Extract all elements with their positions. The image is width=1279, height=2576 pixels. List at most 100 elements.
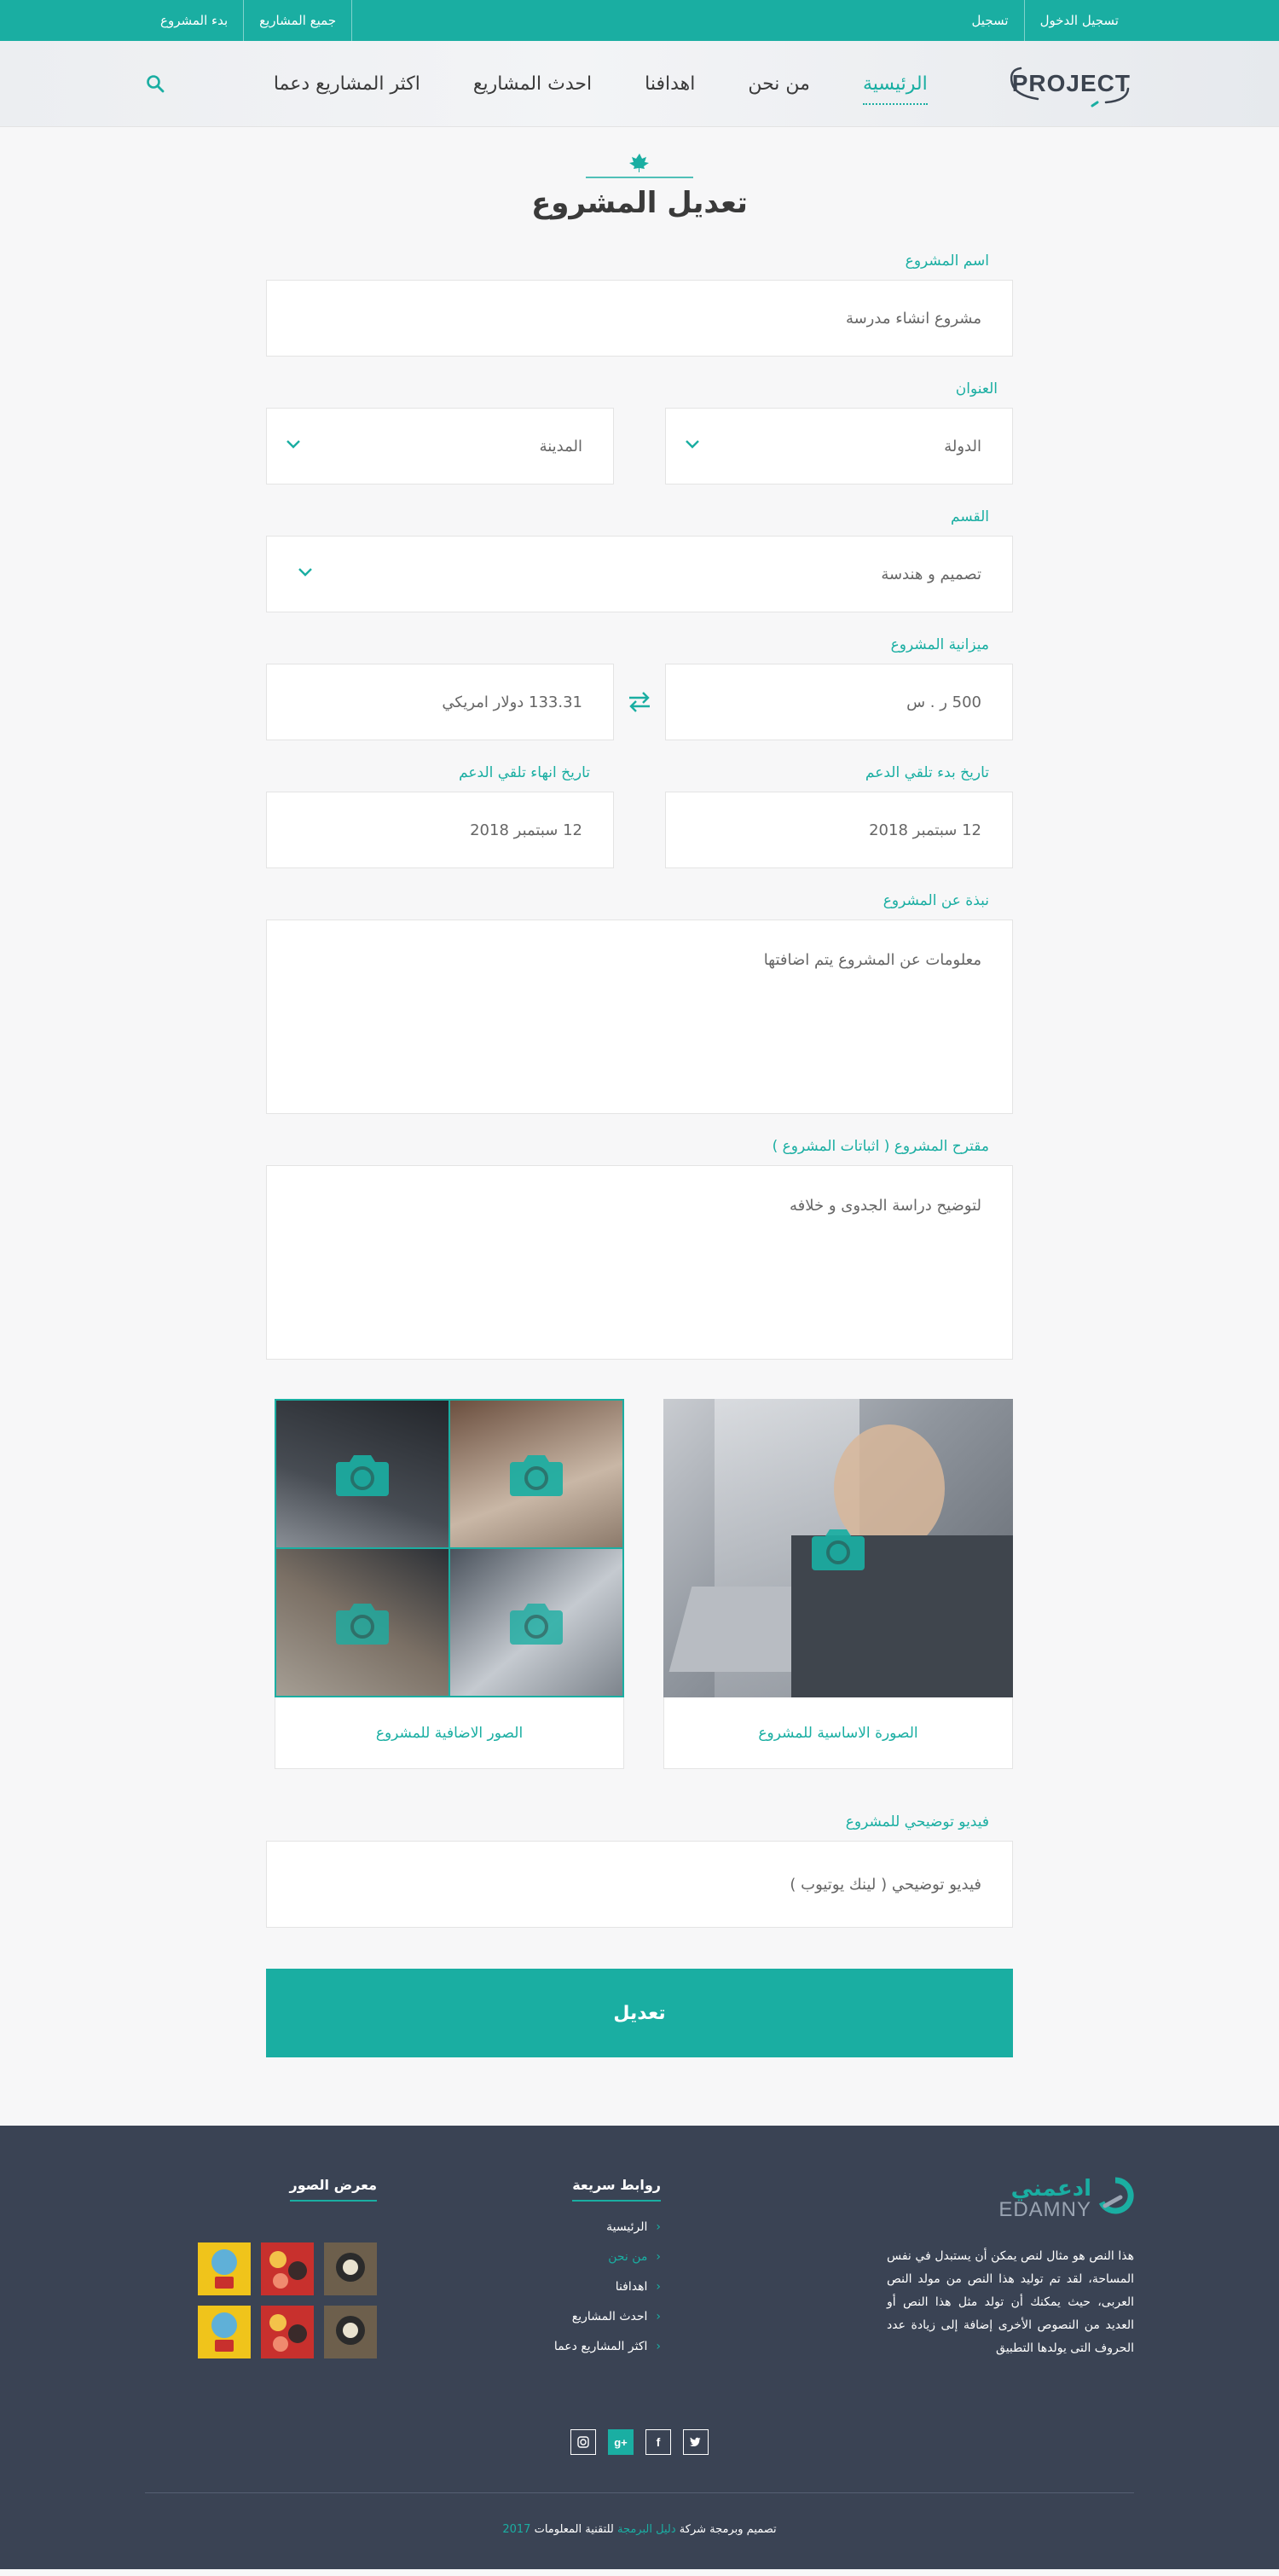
nav-goals[interactable]: اهدافنا (645, 68, 695, 100)
copyright-suffix: للتقنية المعلومات (534, 2523, 614, 2536)
budget-usd-value: 133.31 دولار امريكي (442, 693, 582, 711)
currency-swap-icon[interactable] (614, 664, 665, 740)
footer-link-label: اهدافنا (615, 2280, 648, 2294)
main-image-card[interactable]: الصورة الاساسية للمشروع (663, 1399, 1013, 1769)
auth-links: تسجيل الدخول تسجيل (956, 0, 1134, 41)
extra-image-slot[interactable] (276, 1401, 449, 1547)
country-value: الدولة (944, 437, 981, 455)
chevron-down-icon (286, 440, 300, 449)
login-link[interactable]: تسجيل الدخول (1023, 0, 1134, 41)
footer-logo[interactable]: ادعمني EDAMNY (887, 2177, 1134, 2221)
copyright-company-link[interactable]: دليل البرمجة (617, 2523, 676, 2536)
footer-link-most-supported[interactable]: ‹ اكثر المشاريع دعما (490, 2340, 661, 2353)
footer-link-home[interactable]: ‹ الرئيسية (490, 2220, 661, 2234)
gallery-thumb[interactable] (198, 2242, 251, 2295)
extra-image-slot[interactable] (276, 1549, 449, 1696)
project-name-input[interactable]: مشروع انشاء مدرسة (266, 280, 1013, 357)
gallery-thumb[interactable] (324, 2242, 377, 2295)
chevron-left-icon: ‹ (656, 2340, 661, 2353)
gallery-thumb[interactable] (198, 2306, 251, 2358)
all-projects-link[interactable]: جميع المشاريع (244, 0, 353, 41)
gallery-title: معرض الصور (289, 2177, 378, 2202)
extra-images-card[interactable]: الصور الاضافية للمشروع (275, 1399, 624, 1769)
footer-link-latest[interactable]: ‹ احدث المشاريع (490, 2310, 661, 2324)
proposal-textarea[interactable]: لتوضيح دراسة الجدوى و خلافه (266, 1165, 1013, 1360)
gallery-thumbnails (196, 2242, 377, 2358)
budget-sar-input[interactable]: 500 ر . س (665, 664, 1013, 740)
camera-icon (336, 1455, 389, 1496)
video-label: فيديو توضيحي للمشروع (845, 1813, 989, 1830)
nav-home[interactable]: الرئيسية (862, 68, 928, 105)
instagram-icon[interactable] (570, 2429, 596, 2455)
camera-icon (510, 1455, 563, 1496)
project-name-label: اسم المشروع (905, 252, 989, 270)
chevron-down-icon (686, 440, 699, 449)
budget-sar-value: 500 ر . س (906, 693, 981, 711)
city-select[interactable]: المدينة (266, 408, 614, 484)
category-value: تصميم و هندسة (881, 565, 981, 583)
about-value: معلومات عن المشروع يتم اضافتها (763, 951, 981, 969)
logo-text: PROJECT (1011, 70, 1131, 96)
footer-link-label: اكثر المشاريع دعما (553, 2340, 648, 2353)
chevron-left-icon: ‹ (656, 2250, 661, 2264)
top-bar: تسجيل الدخول تسجيل جميع المشاريع بدء الم… (0, 0, 1279, 41)
start-date-label: تاريخ بدء تلقي الدعم (865, 764, 989, 781)
main-image-caption: الصورة الاساسية للمشروع (663, 1697, 1013, 1769)
google-plus-icon[interactable]: g+ (608, 2429, 634, 2455)
main-header: PROJECT الرئيسية من نحن اهدافنا احدث الم… (0, 41, 1279, 126)
submit-edit-button[interactable]: تعديل (266, 1969, 1013, 2057)
end-date-input[interactable]: 12 سبتمبر 2018 (266, 792, 614, 868)
facebook-icon[interactable]: f (645, 2429, 671, 2455)
category-select[interactable]: تصميم و هندسة (266, 536, 1013, 612)
nav-latest-projects[interactable]: احدث المشاريع (473, 68, 592, 100)
camera-icon[interactable] (810, 1524, 866, 1572)
gallery-thumb[interactable] (261, 2306, 314, 2358)
footer-divider (145, 2492, 1134, 2493)
quick-links-title: روابط سريعة (572, 2177, 661, 2202)
budget-usd-input[interactable]: 133.31 دولار امريكي (266, 664, 614, 740)
extra-image-slot[interactable] (450, 1401, 622, 1547)
city-value: المدينة (539, 437, 582, 455)
gallery-thumb[interactable] (324, 2306, 377, 2358)
edit-project-form: اسم المشروع مشروع انشاء مدرسة العنوان ال… (266, 252, 1013, 2057)
address-label: العنوان (955, 380, 998, 397)
extra-image-slot[interactable] (450, 1549, 622, 1696)
nav-most-supported[interactable]: اكثر المشاريع دعما (274, 68, 420, 100)
search-icon[interactable] (145, 73, 165, 94)
page-title: تعديل المشروع (531, 186, 748, 220)
start-date-group: تاريخ بدء تلقي الدعم 12 سبتمبر 2018 (665, 764, 1013, 868)
proposal-value: لتوضيح دراسة الجدوى و خلافه (789, 1197, 981, 1215)
camera-icon (336, 1604, 389, 1645)
footer-link-label: الرئيسية (606, 2220, 648, 2234)
about-label: نبذة عن المشروع (883, 892, 989, 909)
logo-wordmark: PROJECT (1009, 67, 1134, 107)
footer-about: ادعمني EDAMNY هذا النص هو مثال لنص يمكن … (887, 2177, 1134, 2360)
footer-link-goals[interactable]: ‹ اهدافنا (490, 2280, 661, 2294)
footer-about-text: هذا النص هو مثال لنص يمكن أن يستبدل في ن… (887, 2249, 1134, 2355)
footer-link-about[interactable]: ‹ من نحن (490, 2250, 661, 2264)
register-link[interactable]: تسجيل (956, 0, 1023, 41)
footer-gallery: معرض الصور (196, 2177, 378, 2358)
end-date-label: تاريخ انهاء تلقي الدعم (459, 764, 590, 781)
footer-logo-english: EDAMNY (998, 2198, 1091, 2221)
video-input[interactable]: فيديو توضيحي ( لينك يوتيوب ) (266, 1841, 1013, 1928)
dates-row: تاريخ بدء تلقي الدعم 12 سبتمبر 2018 تاري… (266, 764, 1013, 868)
main-image-preview[interactable] (663, 1399, 1013, 1697)
gallery-thumb[interactable] (261, 2242, 314, 2295)
about-textarea[interactable]: معلومات عن المشروع يتم اضافتها (266, 920, 1013, 1114)
main-nav: الرئيسية من نحن اهدافنا احدث المشاريع اك… (274, 68, 928, 105)
project-links: جميع المشاريع بدء المشروع (145, 0, 353, 41)
nav-about[interactable]: من نحن (748, 68, 810, 100)
start-date-input[interactable]: 12 سبتمبر 2018 (665, 792, 1013, 868)
social-links: g+ f (570, 2429, 709, 2455)
twitter-icon[interactable] (683, 2429, 709, 2455)
image-uploads: الصورة الاساسية للمشروع الصور الاضافية ل… (266, 1399, 1013, 1769)
extra-images-grid (275, 1399, 624, 1697)
site-logo[interactable]: PROJECT (1009, 58, 1134, 109)
end-date-value: 12 سبتمبر 2018 (470, 821, 582, 839)
end-date-group: تاريخ انهاء تلقي الدعم 12 سبتمبر 2018 (266, 764, 614, 868)
copyright-prefix: تصميم وبرمجة شركة (679, 2523, 777, 2536)
title-ornament-icon (0, 152, 1279, 183)
start-project-link[interactable]: بدء المشروع (145, 0, 245, 41)
country-select[interactable]: الدولة (665, 408, 1013, 484)
